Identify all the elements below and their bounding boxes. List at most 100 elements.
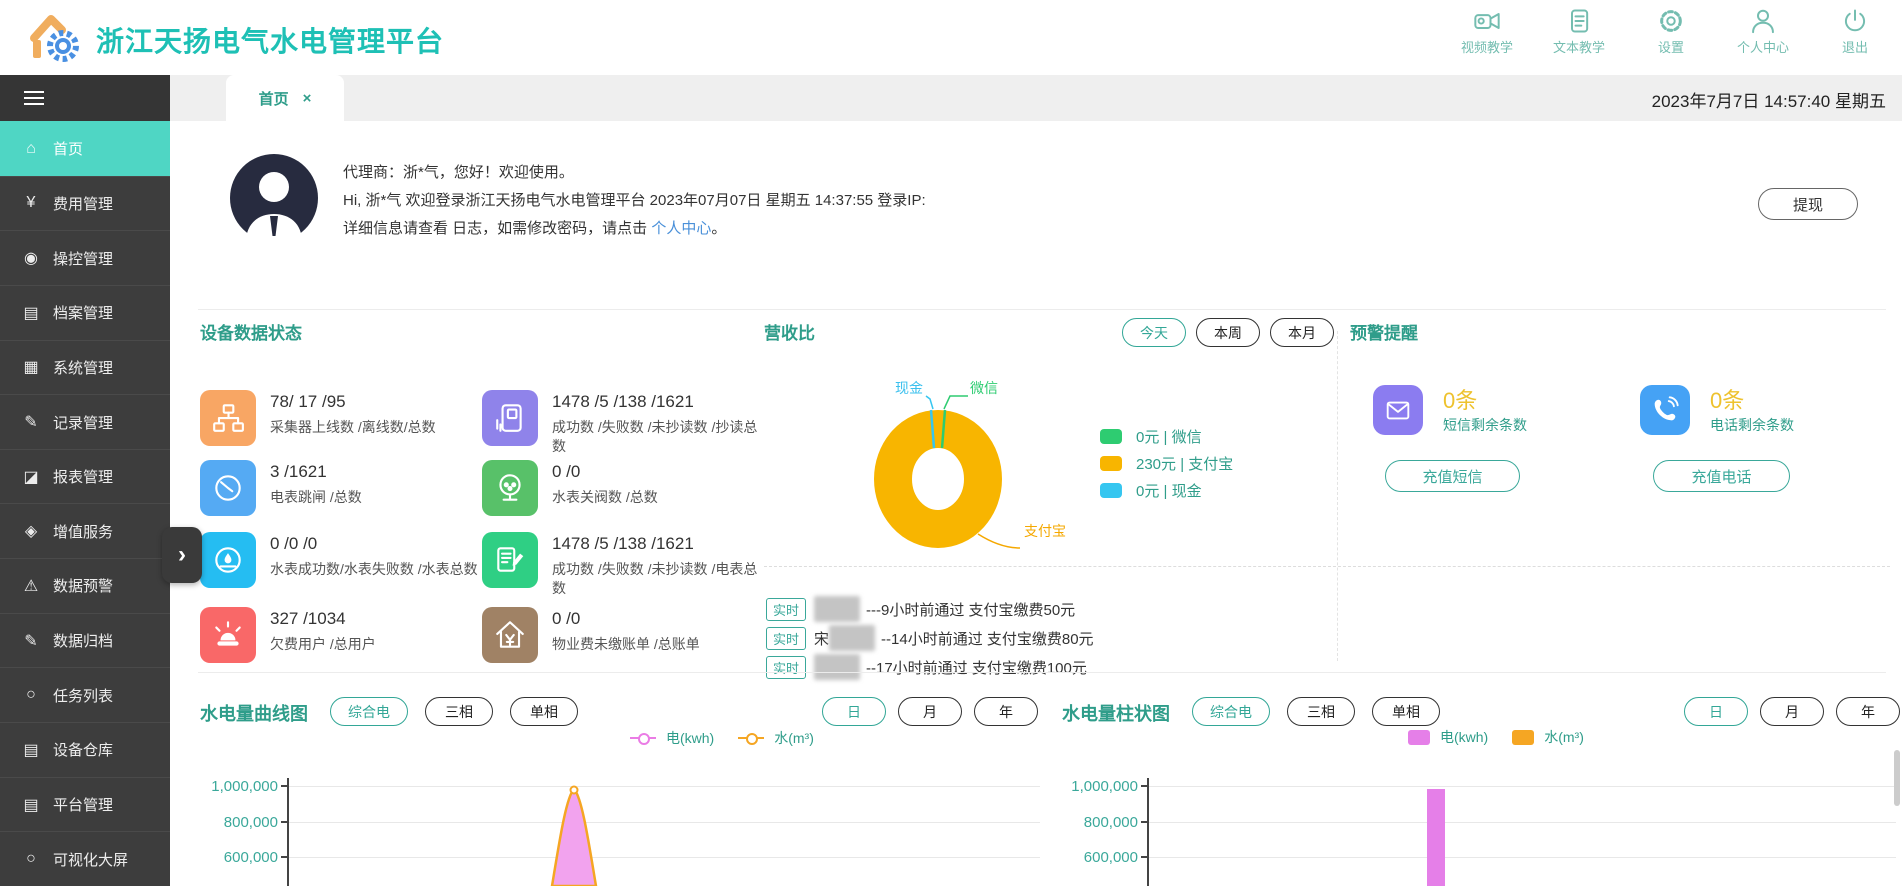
sidebar-item-big-screen[interactable]: ○可视化大屏	[0, 831, 170, 886]
y-tick: 600,000	[1038, 849, 1138, 866]
stat-electric-readings: 1478 /5 /138 /1621 成功数 /失败数 /未抄读数 /电表总数	[482, 532, 762, 588]
stat-value: 3 /1621	[270, 462, 327, 482]
bar-period-day-button[interactable]: 日	[1684, 697, 1748, 726]
meter-icon	[493, 401, 527, 435]
period-week-button[interactable]: 本周	[1196, 318, 1260, 347]
call-remaining-label: 电话剩余条数	[1710, 415, 1794, 435]
bar-period-year-button[interactable]: 年	[1836, 697, 1900, 726]
y-axis	[1147, 778, 1149, 886]
scrollbar-thumb[interactable]	[1894, 750, 1900, 806]
stat-label: 欠费用户 /总用户	[270, 635, 478, 654]
user-icon	[1749, 7, 1777, 35]
sidebar-item-archives[interactable]: ▤档案管理	[0, 285, 170, 340]
sidebar-item-label: 设备仓库	[53, 739, 113, 760]
phone-icon	[1650, 395, 1680, 425]
sidebar-item-control[interactable]: ◉操控管理	[0, 230, 170, 285]
sidebar-item-value-added[interactable]: ◈增值服务	[0, 503, 170, 558]
main-content: 代理商：浙*气，您好！欢迎使用。 Hi, 浙*气 欢迎登录浙江天扬电气水电管理平…	[170, 121, 1902, 886]
mail-icon	[1383, 395, 1413, 425]
realtime-text: --14小时前通过 支付宝缴费80元	[881, 628, 1094, 649]
sidebar-item-label: 首页	[53, 138, 83, 159]
sidebar-item-platform[interactable]: ▤平台管理	[0, 777, 170, 832]
period-today-button[interactable]: 今天	[1122, 318, 1186, 347]
nav-text-tutorial[interactable]: 文本教学	[1550, 7, 1608, 56]
sidebar-item-home[interactable]: ⌂首页	[0, 121, 170, 176]
dashed-divider-vertical	[1337, 331, 1338, 661]
sidebar-item-label: 档案管理	[53, 302, 113, 323]
tab-home[interactable]: 首页 ×	[226, 75, 344, 121]
revenue-donut-chart	[830, 376, 1110, 556]
call-remaining-count: 0条	[1710, 383, 1744, 415]
realtime-name-prefix: 宋	[814, 628, 829, 649]
stat-overdue-users: 327 /1034 欠费用户 /总用户	[200, 607, 480, 663]
tab-close-icon[interactable]: ×	[303, 90, 312, 107]
donut-label-alipay: 支付宝	[1024, 521, 1066, 541]
sidebar-expand-button[interactable]: ›	[162, 527, 202, 583]
sms-remaining-label: 短信剩余条数	[1443, 415, 1527, 435]
recharge-call-button[interactable]: 充值电话	[1653, 460, 1790, 492]
bar-type-singlephase-button[interactable]: 单相	[1372, 697, 1440, 726]
line-period-month-button[interactable]: 月	[898, 697, 962, 726]
recharge-sms-button[interactable]: 充值短信	[1385, 460, 1520, 492]
sms-tile	[1373, 385, 1423, 435]
bar-type-threephase-button[interactable]: 三相	[1287, 697, 1355, 726]
y-tick: 600,000	[178, 849, 278, 866]
nav-video-tutorial[interactable]: 视频教学	[1458, 7, 1516, 56]
stat-value: 1478 /5 /138 /1621	[552, 534, 694, 554]
dashed-divider	[764, 566, 1890, 567]
legend-label: 电(kwh)	[1440, 727, 1488, 747]
bar-type-combined-button[interactable]: 综合电	[1192, 697, 1270, 726]
nav-settings[interactable]: 设置	[1642, 7, 1700, 56]
stat-label: 水表成功数/水表失败数 /水表总数	[270, 560, 478, 579]
legend-item-cash: 0元 | 现金	[1100, 480, 1202, 501]
sidebar-item-system[interactable]: ▦系统管理	[0, 340, 170, 395]
system-icon: ▦	[22, 357, 40, 377]
nav-label: 个人中心	[1737, 37, 1789, 56]
bar-period-month-button[interactable]: 月	[1760, 697, 1824, 726]
line-type-singlephase-button[interactable]: 单相	[510, 697, 578, 726]
line-period-day-button[interactable]: 日	[822, 697, 886, 726]
sidebar-item-records[interactable]: ✎记录管理	[0, 394, 170, 449]
legend-label: 230元 | 支付宝	[1136, 453, 1233, 474]
sidebar-item-device-warehouse[interactable]: ▤设备仓库	[0, 722, 170, 777]
sidebar-item-label: 数据预警	[53, 575, 113, 596]
profile-link[interactable]: 个人中心	[651, 220, 711, 237]
sidebar-item-label: 任务列表	[53, 685, 113, 706]
network-icon	[211, 401, 245, 435]
withdraw-button[interactable]: 提现	[1758, 188, 1858, 220]
electricity-swatch-icon	[1408, 730, 1430, 745]
sidebar-item-data-alerts[interactable]: ⚠数据预警	[0, 558, 170, 613]
period-month-button[interactable]: 本月	[1270, 318, 1334, 347]
document-icon	[1565, 7, 1593, 35]
power-icon	[1841, 7, 1869, 35]
sidebar-item-data-archive[interactable]: ✎数据归档	[0, 613, 170, 668]
sidebar-collapse-button[interactable]	[0, 75, 170, 121]
hamburger-icon	[24, 97, 44, 100]
video-icon	[1473, 7, 1501, 35]
nav-profile[interactable]: 个人中心	[1734, 7, 1792, 56]
line-type-combined-button[interactable]: 综合电	[330, 697, 408, 726]
legend-swatch	[1100, 429, 1122, 444]
sidebar-item-reports[interactable]: ◪报表管理	[0, 449, 170, 504]
electricity-usage-spike	[287, 776, 1040, 886]
nav-logout[interactable]: 退出	[1826, 7, 1884, 56]
divider	[198, 672, 1886, 673]
stat-value: 1478 /5 /138 /1621	[552, 392, 694, 412]
app-logo-icon	[26, 10, 82, 66]
sidebar-item-tasks[interactable]: ○任务列表	[0, 667, 170, 722]
stat-value: 0 /0	[552, 609, 580, 629]
bar-chart-title: 水电量柱状图	[1062, 700, 1170, 726]
stat-label: 电表跳闸 /总数	[270, 488, 478, 507]
screen-circle-icon: ○	[22, 850, 40, 868]
donut-label-wechat: 微信	[970, 378, 998, 398]
sidebar-item-label: 费用管理	[53, 193, 113, 214]
gridline	[1147, 857, 1896, 858]
line-period-year-button[interactable]: 年	[974, 697, 1038, 726]
sidebar-item-fees[interactable]: ¥费用管理	[0, 176, 170, 231]
line-type-threephase-button[interactable]: 三相	[425, 697, 493, 726]
welcome-line-3-period: 。	[711, 220, 726, 237]
donut-label-cash: 现金	[875, 378, 923, 398]
redacted-name	[814, 654, 860, 680]
legend-item-wechat: 0元 | 微信	[1100, 426, 1202, 447]
stat-value: 327 /1034	[270, 609, 346, 629]
